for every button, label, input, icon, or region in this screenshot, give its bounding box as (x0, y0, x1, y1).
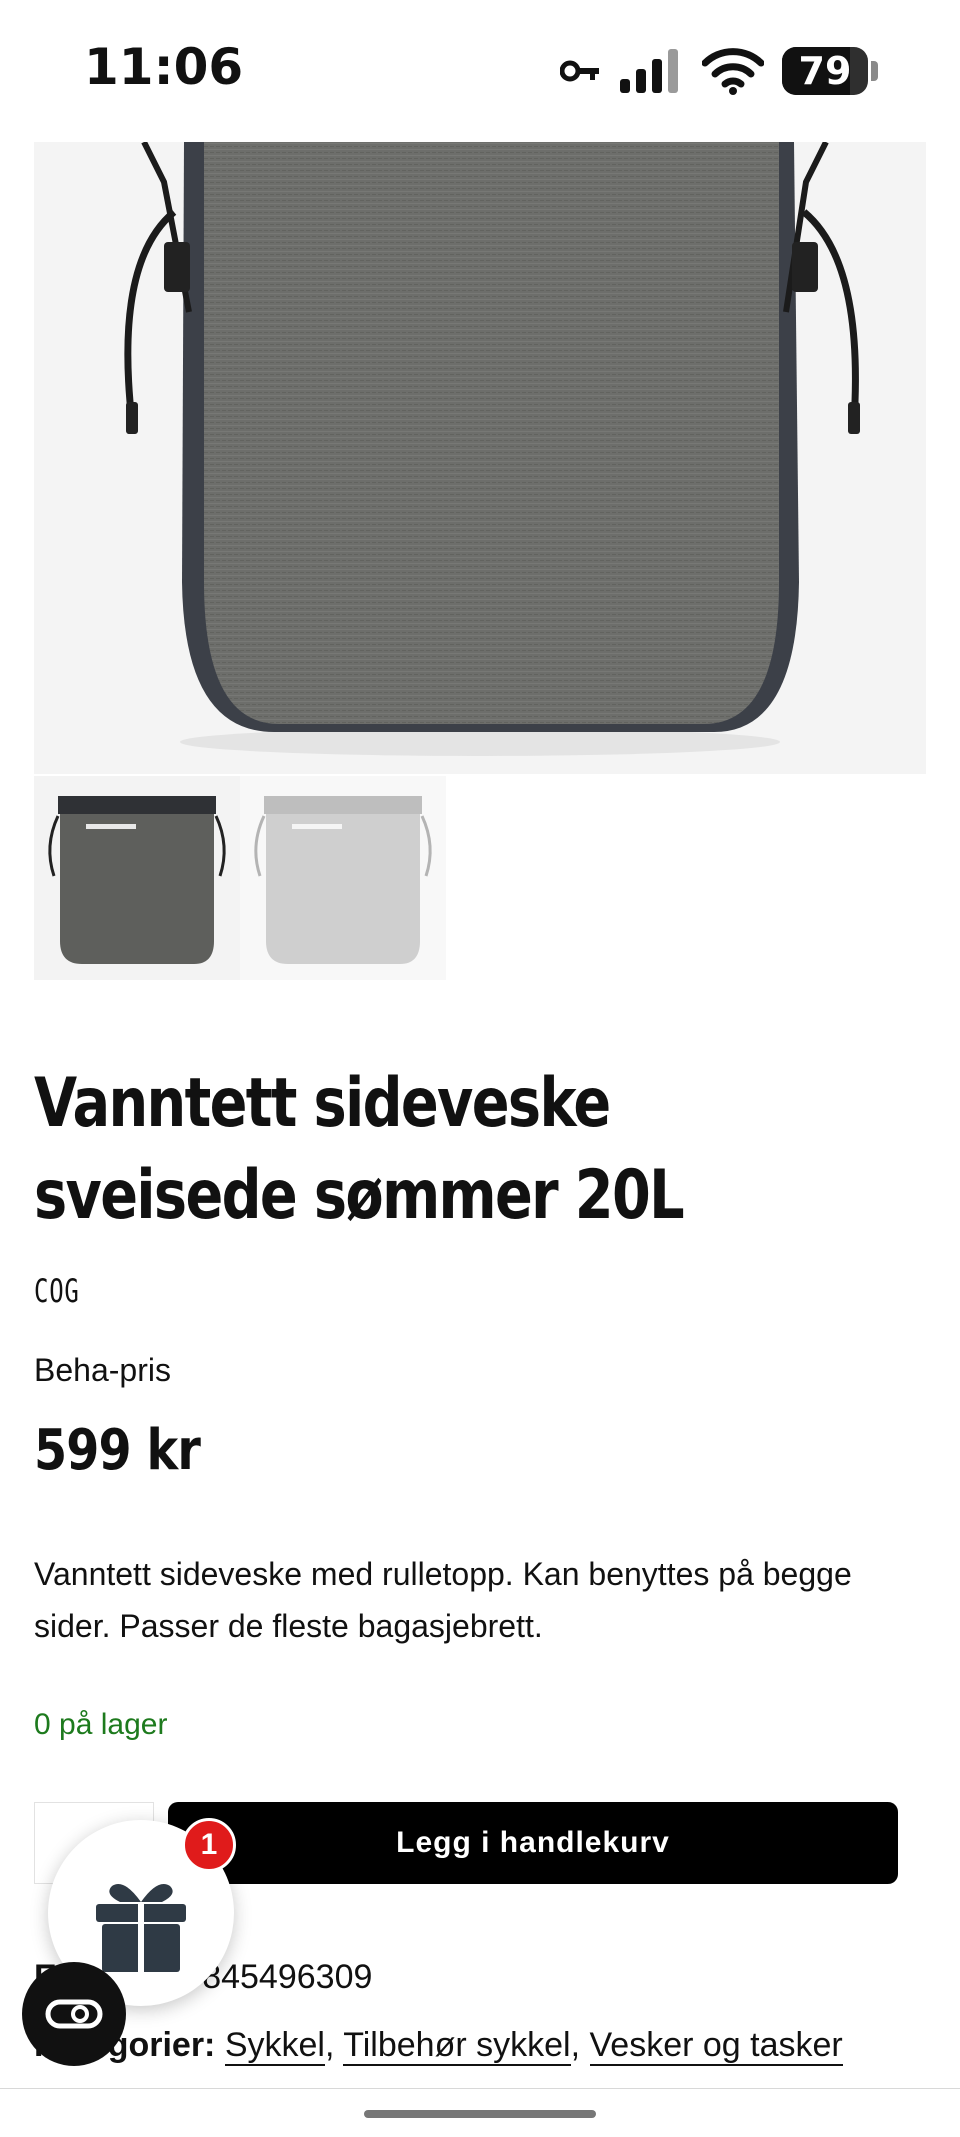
product-title: Vanntett sideveske sveisede sømmer 20L (34, 1064, 685, 1235)
status-time: 11:06 (84, 38, 244, 96)
product-categories: Kategorier: Sykkel, Tilbehør sykkel, Ves… (34, 2026, 843, 2066)
signal-icon (620, 49, 678, 93)
thumbnail-2[interactable] (240, 776, 446, 980)
product-brand: COG (34, 1272, 80, 1310)
category-link-sykkel[interactable]: Sykkel (224, 2026, 325, 2066)
battery-icon: 79 (782, 47, 878, 95)
gift-badge: 1 (182, 1818, 236, 1872)
bag-image (34, 142, 926, 774)
product-main-image[interactable] (34, 142, 926, 774)
price-label: Beha-pris (34, 1352, 171, 1388)
product-description: Vanntett sideveske med rulletopp. Kan be… (34, 1556, 852, 1644)
bottom-divider (0, 2088, 960, 2089)
home-indicator[interactable] (364, 2110, 596, 2118)
category-link-vesker-og-tasker[interactable]: Vesker og tasker (589, 2026, 843, 2066)
status-icons: 79 (560, 44, 878, 98)
stock-status: 0 på lager (34, 1708, 168, 1741)
key-icon (560, 60, 599, 82)
cookie-icon (45, 1999, 103, 2029)
battery-level: 79 (798, 49, 852, 93)
thumbnail-gallery (34, 776, 446, 980)
thumbnail-1[interactable] (34, 776, 240, 980)
wifi-icon (702, 48, 764, 95)
product-price: 599 kr (34, 1418, 201, 1483)
add-to-cart-button[interactable]: Legg i handlekurv (168, 1802, 898, 1884)
status-bar: 11:06 79 (0, 0, 960, 140)
category-link-tilbehor-sykkel[interactable]: Tilbehør sykkel (343, 2026, 571, 2066)
cookie-settings-button[interactable] (22, 1962, 126, 2066)
